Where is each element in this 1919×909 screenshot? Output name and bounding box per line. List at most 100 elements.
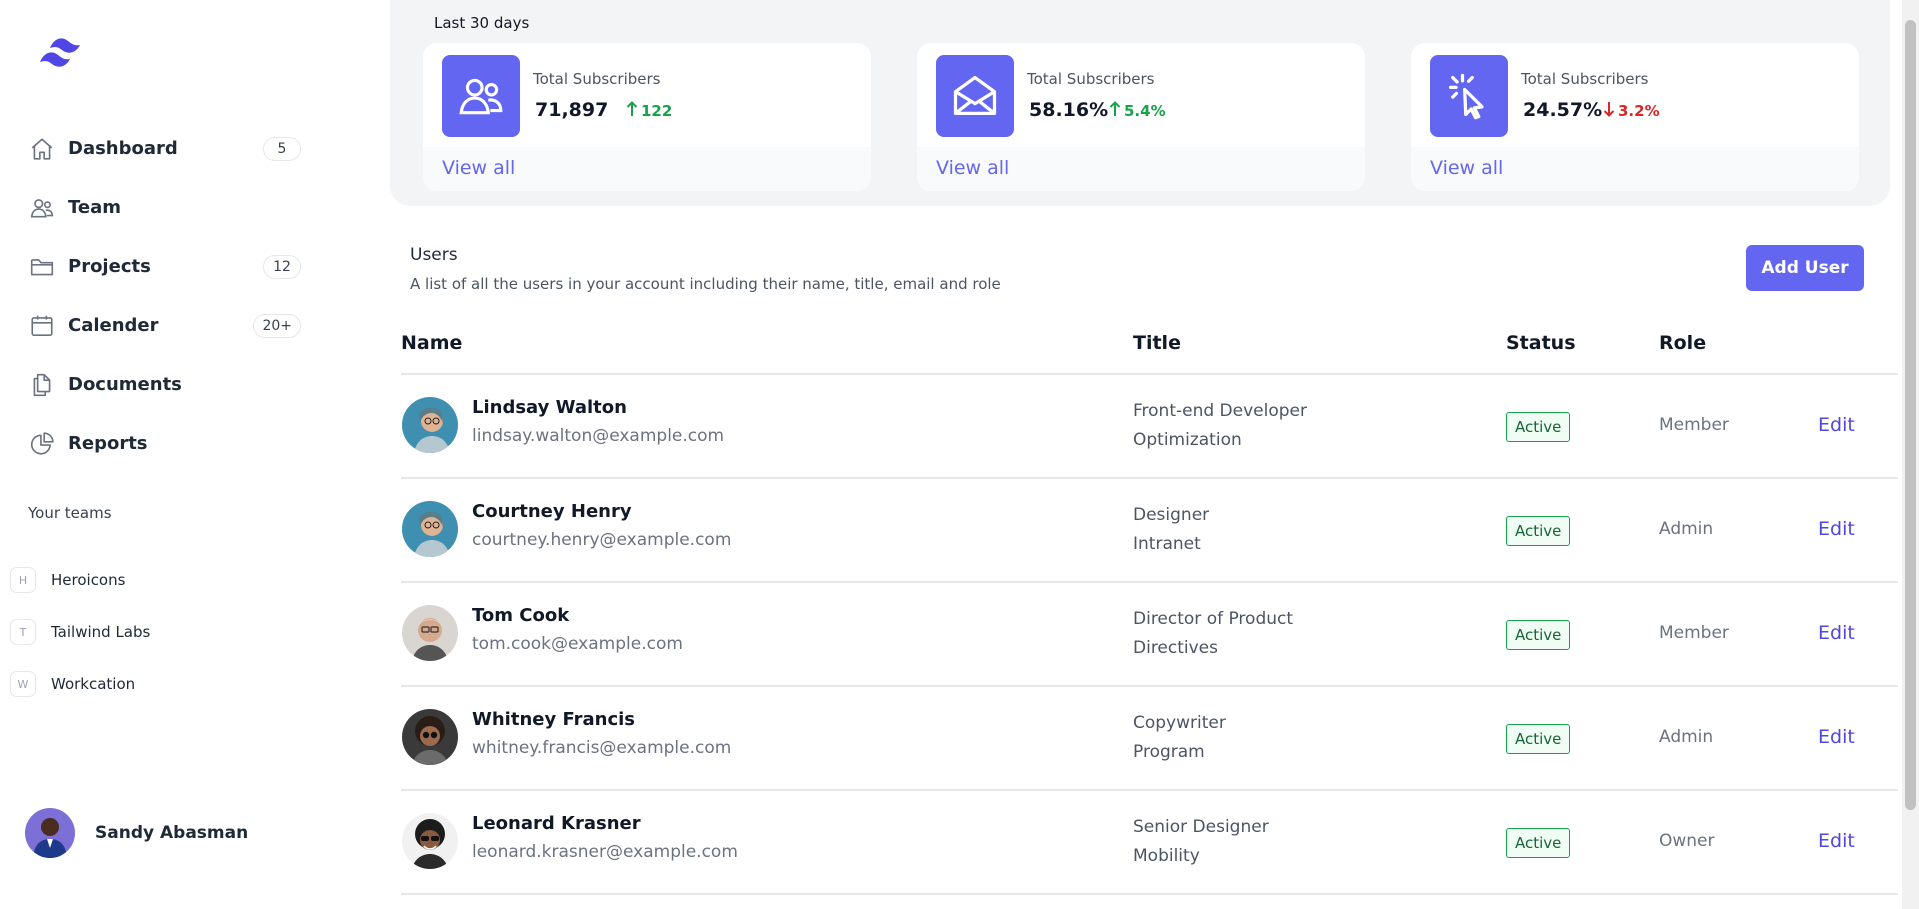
- tailwind-logo-icon: [40, 38, 80, 67]
- table-row[interactable]: Lindsay Walton lindsay.walton@example.co…: [401, 375, 1898, 479]
- stat-card: Total Subscribers 58.16% 5.4% View all: [917, 43, 1365, 191]
- user-title: Senior Designer: [1133, 817, 1269, 837]
- user-title: Designer: [1133, 505, 1210, 525]
- status-badge: Active: [1506, 724, 1571, 754]
- team-item-heroicons[interactable]: H Heroicons: [10, 554, 290, 606]
- nav-item-team[interactable]: Team: [28, 178, 313, 237]
- user-role: Member: [1659, 415, 1729, 435]
- vertical-scrollbar[interactable]: [1902, 0, 1919, 909]
- column-header-status[interactable]: Status: [1506, 332, 1576, 354]
- stat-label: Total Subscribers: [1521, 70, 1649, 88]
- edit-link[interactable]: Edit: [1818, 830, 1855, 852]
- user-name: Leonard Krasner: [472, 813, 641, 834]
- nav-label: Documents: [68, 374, 182, 395]
- view-all-link[interactable]: View all: [1430, 157, 1503, 179]
- user-role: Admin: [1659, 727, 1714, 747]
- team-name: Heroicons: [51, 571, 126, 589]
- cursor-click-icon: [1430, 55, 1508, 137]
- user-email: whitney.francis@example.com: [472, 738, 732, 758]
- nav-item-reports[interactable]: Reports: [28, 414, 313, 473]
- avatar: [402, 605, 458, 661]
- avatar: [402, 501, 458, 557]
- user-name: Tom Cook: [472, 605, 570, 626]
- stat-card-footer: View all: [1411, 147, 1859, 191]
- nav-item-projects[interactable]: Projects 12: [28, 237, 313, 296]
- view-all-link[interactable]: View all: [936, 157, 1009, 179]
- user-department: Directives: [1133, 638, 1218, 658]
- user-profile[interactable]: Sandy Abasman: [25, 808, 248, 858]
- user-name: Courtney Henry: [472, 501, 632, 522]
- nav-label: Dashboard: [68, 138, 178, 159]
- edit-link[interactable]: Edit: [1818, 518, 1855, 540]
- scrollbar-thumb[interactable]: [1905, 20, 1916, 810]
- nav-label: Team: [68, 197, 121, 218]
- avatar: [402, 709, 458, 765]
- nav-item-documents[interactable]: Documents: [28, 355, 313, 414]
- user-email: lindsay.walton@example.com: [472, 426, 725, 446]
- documents-icon: [28, 371, 56, 399]
- envelope-open-icon: [936, 55, 1014, 137]
- user-department: Optimization: [1133, 430, 1242, 450]
- user-title: Copywriter: [1133, 713, 1226, 733]
- column-header-name[interactable]: Name: [401, 332, 462, 354]
- status-badge: Active: [1506, 828, 1571, 858]
- edit-link[interactable]: Edit: [1818, 622, 1855, 644]
- team-initial-badge: W: [10, 671, 36, 697]
- user-role: Admin: [1659, 519, 1714, 539]
- nav-item-calender[interactable]: Calender 20+: [28, 296, 313, 355]
- nav-item-dashboard[interactable]: Dashboard 5: [28, 119, 313, 178]
- user-department: Program: [1133, 742, 1205, 762]
- view-all-link[interactable]: View all: [442, 157, 515, 179]
- teams-list: H Heroicons T Tailwind Labs W Workcation: [10, 554, 290, 710]
- stat-label: Total Subscribers: [533, 70, 661, 88]
- nav-label: Projects: [68, 256, 151, 277]
- user-email: tom.cook@example.com: [472, 634, 683, 654]
- table-row[interactable]: Courtney Henry courtney.henry@example.co…: [401, 479, 1898, 583]
- status-badge: Active: [1506, 412, 1571, 442]
- stat-value: 58.16%: [1029, 99, 1109, 121]
- stat-change-value: 5.4%: [1124, 102, 1166, 120]
- user-name: Lindsay Walton: [472, 397, 627, 418]
- column-header-title[interactable]: Title: [1133, 332, 1181, 354]
- status-badge: Active: [1506, 620, 1571, 650]
- user-email: courtney.henry@example.com: [472, 530, 732, 550]
- profile-name: Sandy Abasman: [95, 823, 249, 843]
- table-row[interactable]: Leonard Krasner leonard.krasner@example.…: [401, 791, 1898, 895]
- edit-link[interactable]: Edit: [1818, 414, 1855, 436]
- status-badge: Active: [1506, 516, 1571, 546]
- nav-label: Reports: [68, 433, 148, 454]
- stat-change-value: 3.2%: [1618, 102, 1660, 120]
- edit-link[interactable]: Edit: [1818, 726, 1855, 748]
- nav-count-badge: 12: [263, 254, 301, 279]
- stat-card: Total Subscribers 71,897 122 View all: [423, 43, 871, 191]
- stat-change: 3.2%: [1603, 101, 1660, 121]
- stat-change: 122: [626, 101, 672, 121]
- users-icon: [28, 194, 56, 222]
- stat-label: Total Subscribers: [1027, 70, 1155, 88]
- logo[interactable]: [36, 33, 94, 73]
- stats-period-label: Last 30 days: [434, 14, 530, 32]
- stat-value: 71,897: [535, 99, 609, 121]
- users-section-title: Users: [410, 245, 458, 265]
- stat-change: 5.4%: [1109, 101, 1166, 121]
- stat-card-footer: View all: [423, 147, 871, 191]
- arrow-up-icon: [1109, 101, 1121, 121]
- users-icon: [442, 55, 520, 137]
- folder-icon: [28, 253, 56, 281]
- user-department: Intranet: [1133, 534, 1201, 554]
- team-item-tailwind-labs[interactable]: T Tailwind Labs: [10, 606, 290, 658]
- stat-value: 24.57%: [1523, 99, 1603, 121]
- column-header-role[interactable]: Role: [1659, 332, 1706, 354]
- arrow-down-icon: [1603, 101, 1615, 121]
- team-item-workcation[interactable]: W Workcation: [10, 658, 290, 710]
- table-row[interactable]: Tom Cook tom.cook@example.com Director o…: [401, 583, 1898, 687]
- stat-card: Total Subscribers 24.57% 3.2% View all: [1411, 43, 1859, 191]
- arrow-up-icon: [626, 101, 638, 121]
- team-name: Workcation: [51, 675, 136, 693]
- pie-chart-icon: [28, 430, 56, 458]
- user-role: Member: [1659, 623, 1729, 643]
- nav-count-badge: 20+: [253, 313, 301, 338]
- calendar-icon: [28, 312, 56, 340]
- add-user-button[interactable]: Add User: [1746, 245, 1864, 291]
- table-row[interactable]: Whitney Francis whitney.francis@example.…: [401, 687, 1898, 791]
